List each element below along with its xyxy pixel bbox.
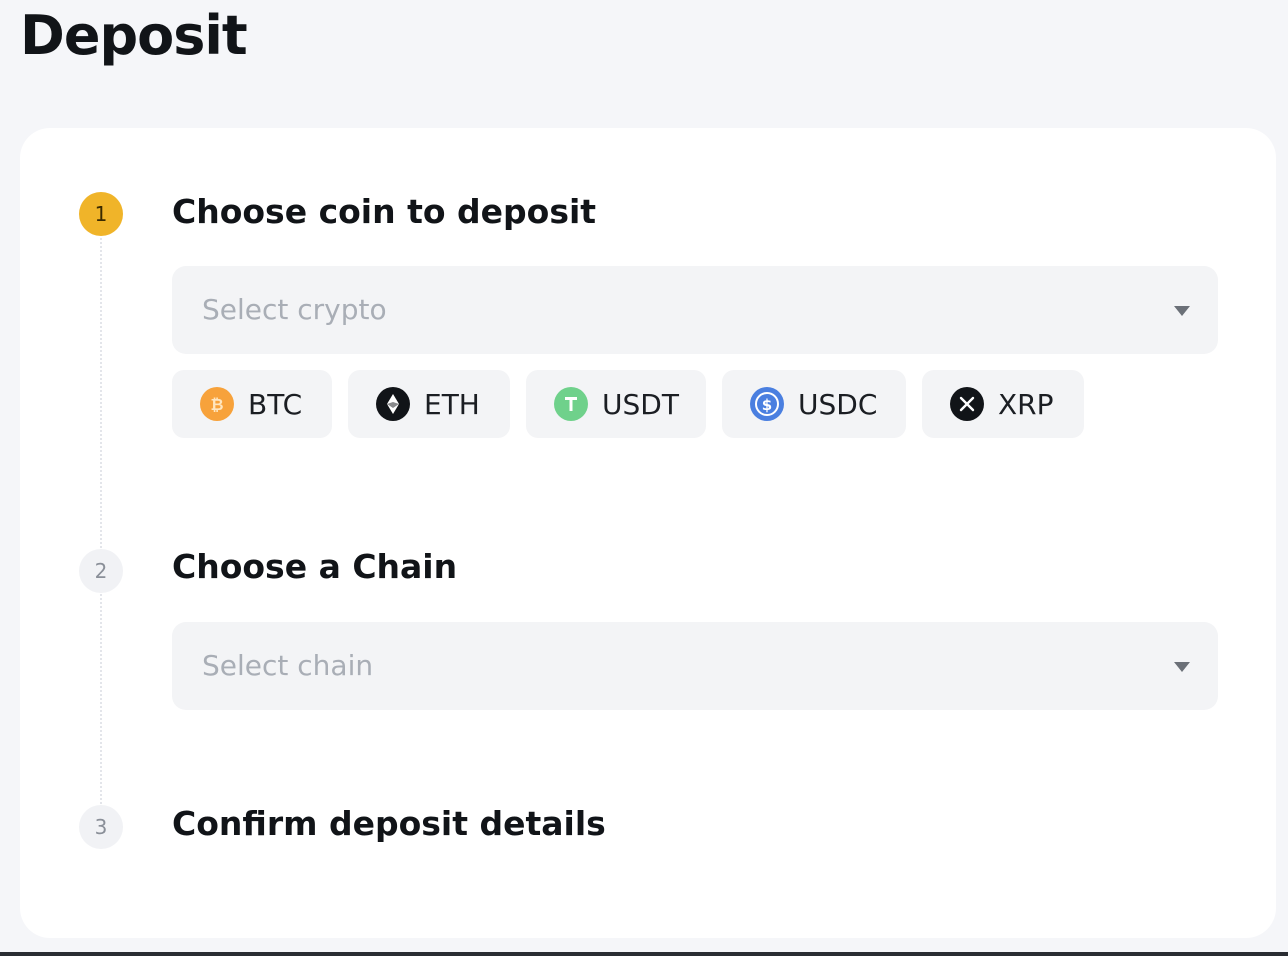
coin-label: XRP [998,387,1054,421]
caret-down-icon [1174,306,1190,316]
usdt-icon [554,387,588,421]
step-connector [100,238,102,548]
step-1-title: Choose coin to deposit [172,192,597,231]
crypto-select-placeholder: Select crypto [202,293,387,326]
chain-select[interactable]: Select chain [172,622,1218,710]
coin-label: USDC [798,387,878,421]
coin-label: USDT [602,387,679,421]
step-1-indicator: 1 [79,192,123,236]
btc-icon: ₿ [200,387,234,421]
coin-chip-btc[interactable]: ₿ BTC [172,370,332,438]
bottom-divider [0,952,1288,956]
step-2-title: Choose a Chain [172,547,458,586]
coin-chip-xrp[interactable]: XRP [922,370,1084,438]
deposit-card: 1 Choose coin to deposit Select crypto ₿… [20,128,1276,938]
step-2-indicator: 2 [79,549,123,593]
page-title: Deposit [20,4,248,67]
coin-chip-usdt[interactable]: USDT [526,370,706,438]
caret-down-icon [1174,662,1190,672]
coin-chip-eth[interactable]: ETH [348,370,510,438]
usdc-icon: $ [750,387,784,421]
coin-label: BTC [248,387,303,421]
svg-text:$: $ [762,396,772,414]
coin-label: ETH [424,387,480,421]
chain-select-placeholder: Select chain [202,649,374,682]
crypto-select[interactable]: Select crypto [172,266,1218,354]
step-3-indicator: 3 [79,805,123,849]
step-connector [100,594,102,804]
step-3-title: Confirm deposit details [172,804,606,843]
coin-chip-usdc[interactable]: $ USDC [722,370,906,438]
eth-icon [376,387,410,421]
xrp-icon [950,387,984,421]
svg-text:₿: ₿ [210,395,223,414]
